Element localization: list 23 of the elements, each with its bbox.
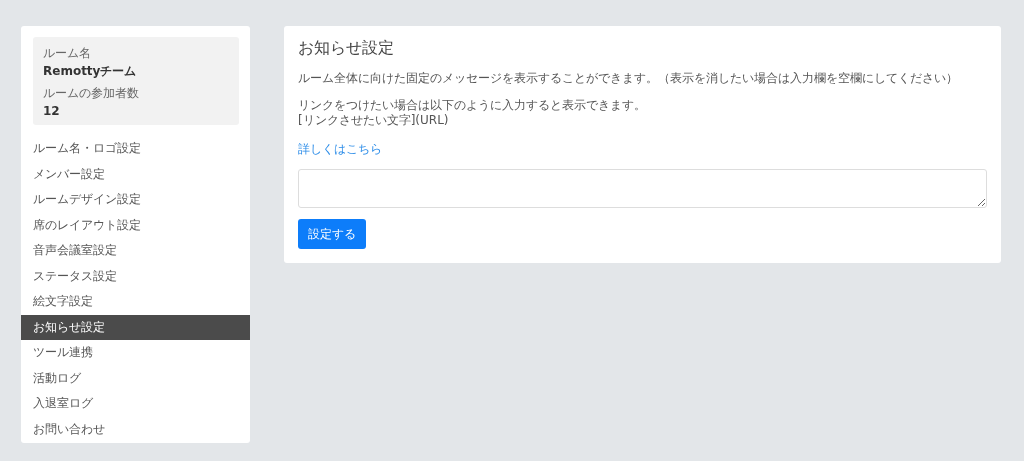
member-count: 12 xyxy=(43,103,61,120)
room-name: Remottyチーム xyxy=(43,63,138,80)
page-title: お知らせ設定 xyxy=(298,38,395,58)
help-text: [リンクさせたい文字](URL) xyxy=(298,113,450,129)
sidebar-item[interactable]: 活動ログ xyxy=(21,365,250,391)
sidebar-item[interactable]: 音声会議室設定 xyxy=(21,238,250,264)
submit-button[interactable]: 設定する xyxy=(298,219,366,250)
message-input-field[interactable] xyxy=(298,169,987,209)
sidebar-item[interactable]: ステータス設定 xyxy=(21,263,250,289)
sidebar-item[interactable]: 入退室ログ xyxy=(21,391,250,417)
sidebar-item[interactable]: お問い合わせ xyxy=(21,416,250,442)
member-count-label: ルームの参加者数 xyxy=(43,85,140,102)
description-text: ルーム全体に向けた固定のメッセージを表示することができます。（表示を消したい場合は入力欄を空欄にしてください） xyxy=(298,70,959,88)
details-link[interactable]: 詳しくはこちら xyxy=(298,140,382,159)
room-name-label: ルーム名 xyxy=(43,45,92,62)
sidebar-item[interactable]: 席のレイアウト設定 xyxy=(21,212,250,238)
sidebar-item[interactable]: お知らせ設定 xyxy=(21,314,250,340)
sidebar-item[interactable]: ツール連携 xyxy=(21,340,250,366)
sidebar-item[interactable]: ルーム名・ロゴ設定 xyxy=(21,136,250,162)
sidebar-item[interactable]: ルームデザイン設定 xyxy=(21,187,250,213)
sidebar-item[interactable]: 絵文字設定 xyxy=(21,289,250,315)
help-text: リンクをつけたい場合は以下のように入力すると表示できます。 xyxy=(298,98,647,114)
sidebar-item[interactable]: メンバー設定 xyxy=(21,161,250,187)
